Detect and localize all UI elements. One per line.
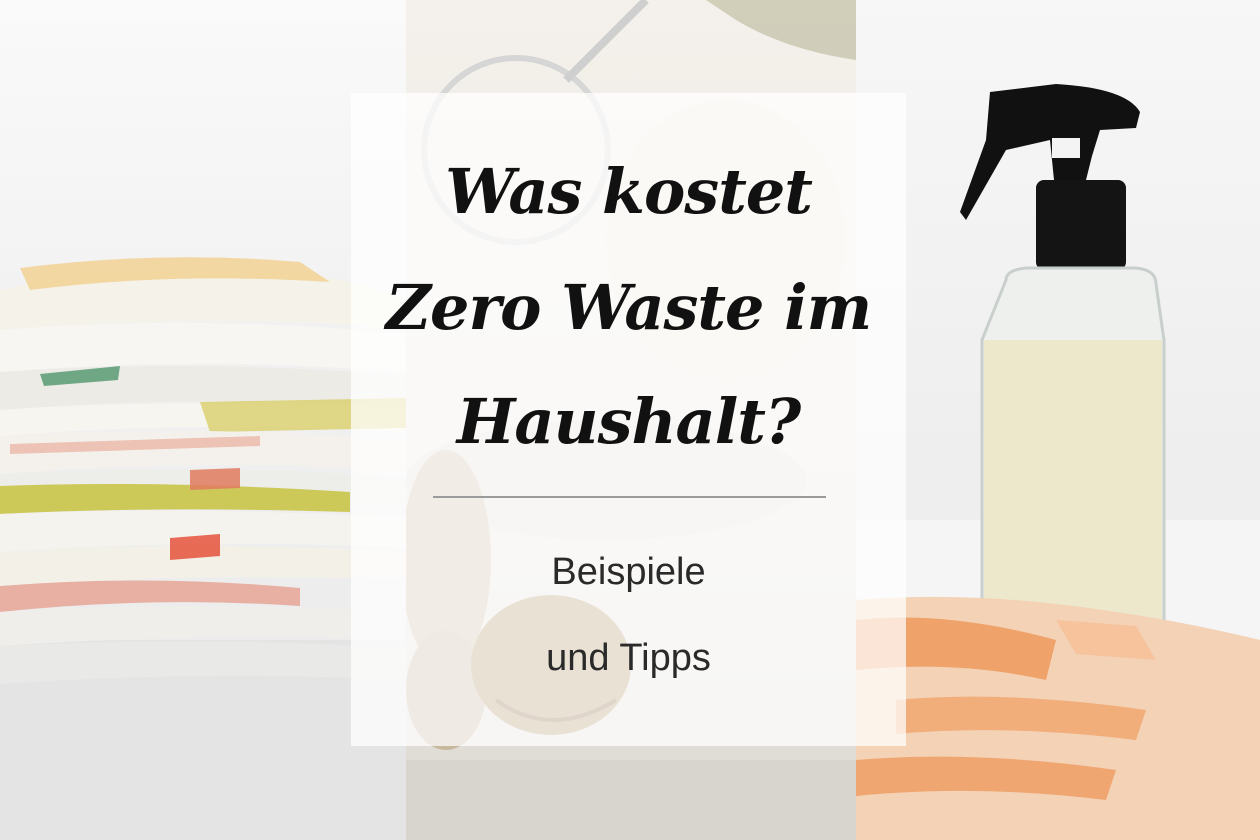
subtitle-line-1: Beispiele [551,551,706,593]
photo-stacked-napkins [0,0,406,840]
subtitle-line-2: und Tipps [546,637,711,679]
napkin-stack-image [0,257,406,840]
title-line-1: Was kostet [445,155,813,228]
spray-bottle-image [856,84,1260,840]
title-card: Was kostet Zero Waste im Haushalt? Beisp… [351,93,906,746]
photo-spray-bottle [856,0,1260,840]
title-line-2: Zero Waste im [385,271,872,344]
title-line-3: Haushalt? [456,385,802,458]
title-divider [433,496,826,498]
